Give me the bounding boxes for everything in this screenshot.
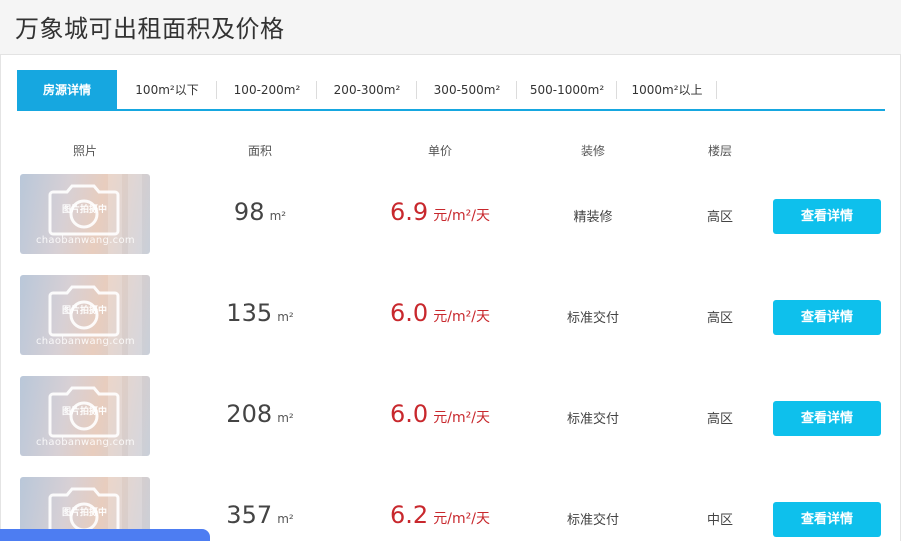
listing-photo[interactable]: 图片拍摄中 chaobanwang.com <box>20 376 150 456</box>
listing-area: 208 m² <box>200 400 320 428</box>
photo-watermark: 图片拍摄中 <box>62 407 108 417</box>
column-header-area: 面积 <box>247 144 272 158</box>
area-value: 357 <box>226 501 273 529</box>
area-unit: m² <box>269 209 287 223</box>
area-unit: m² <box>277 512 294 526</box>
column-header-floor: 楼层 <box>707 144 732 158</box>
view-details-button[interactable]: 查看详情 <box>773 199 881 234</box>
listing-row: 图片拍摄中 chaobanwang.com 208 m² 6.0 元/m²/天 … <box>0 376 901 477</box>
listing-row: 图片拍摄中 chaobanwang.com 135 m² 6.0 元/m²/天 … <box>0 275 901 376</box>
area-unit: m² <box>277 310 294 324</box>
price-value: 6.2 <box>390 501 429 529</box>
area-value: 208 <box>226 400 273 428</box>
area-value: 135 <box>226 299 273 327</box>
listing-row: 图片拍摄中 chaobanwang.com 98 m² 6.9 元/m²/天 精… <box>0 174 901 275</box>
page-header: 万象城可出租面积及价格 <box>0 0 901 55</box>
listing-floor: 高区 <box>706 412 733 427</box>
listing-price: 6.2 元/m²/天 <box>370 501 510 529</box>
price-value: 6.9 <box>390 198 429 226</box>
tab-300-500[interactable]: 300-500m² <box>417 70 517 110</box>
listing-floor: 中区 <box>706 513 733 528</box>
tab-under-100[interactable]: 100m²以下 <box>117 70 217 110</box>
area-filter-tabs: 房源详情 100m²以下 100-200m² 200-300m² 300-500… <box>17 70 885 111</box>
listing-price: 6.0 元/m²/天 <box>370 400 510 428</box>
tab-100-200[interactable]: 100-200m² <box>217 70 317 110</box>
tab-500-1000[interactable]: 500-1000m² <box>517 70 617 110</box>
view-details-button[interactable]: 查看详情 <box>773 300 881 335</box>
area-value: 98 <box>233 198 265 226</box>
listing-decoration: 精装修 <box>573 210 613 225</box>
listing-floor: 高区 <box>706 210 733 225</box>
listing-decoration: 标准交付 <box>566 311 619 326</box>
price-unit: 元/m²/天 <box>433 511 490 527</box>
column-header-photo: 照片 <box>72 144 97 158</box>
photo-watermark: 图片拍摄中 <box>62 508 108 518</box>
price-unit: 元/m²/天 <box>433 309 490 325</box>
photo-watermark-site: chaobanwang.com <box>36 336 135 347</box>
price-value: 6.0 <box>390 299 429 327</box>
view-details-button[interactable]: 查看详情 <box>773 401 881 436</box>
listing-floor: 高区 <box>706 311 733 326</box>
tab-listing-details[interactable]: 房源详情 <box>17 70 117 110</box>
photo-watermark: 图片拍摄中 <box>62 205 108 215</box>
photo-watermark: 图片拍摄中 <box>62 306 108 316</box>
listing-area: 135 m² <box>200 299 320 327</box>
page-title: 万象城可出租面积及价格 <box>15 15 285 43</box>
photo-watermark-site: chaobanwang.com <box>36 437 135 448</box>
listing-area: 357 m² <box>200 501 320 529</box>
listing-photo[interactable]: 图片拍摄中 chaobanwang.com <box>20 174 150 254</box>
listing-price: 6.0 元/m²/天 <box>370 299 510 327</box>
listing-decoration: 标准交付 <box>566 513 619 528</box>
price-unit: 元/m²/天 <box>433 208 490 224</box>
price-unit: 元/m²/天 <box>433 410 490 426</box>
view-details-button[interactable]: 查看详情 <box>773 502 881 537</box>
listing-decoration: 标准交付 <box>566 412 619 427</box>
area-unit: m² <box>277 411 294 425</box>
listing-area: 98 m² <box>200 198 320 226</box>
listing-price: 6.9 元/m²/天 <box>370 198 510 226</box>
tab-divider <box>716 81 717 99</box>
column-header-decoration: 装修 <box>580 144 605 158</box>
listing-photo[interactable]: 图片拍摄中 chaobanwang.com <box>20 275 150 355</box>
column-header-price: 单价 <box>427 144 452 158</box>
bottom-floating-bar[interactable] <box>0 529 210 541</box>
tab-200-300[interactable]: 200-300m² <box>317 70 417 110</box>
tab-over-1000[interactable]: 1000m²以上 <box>617 70 717 110</box>
price-value: 6.0 <box>390 400 429 428</box>
photo-watermark-site: chaobanwang.com <box>36 235 135 246</box>
